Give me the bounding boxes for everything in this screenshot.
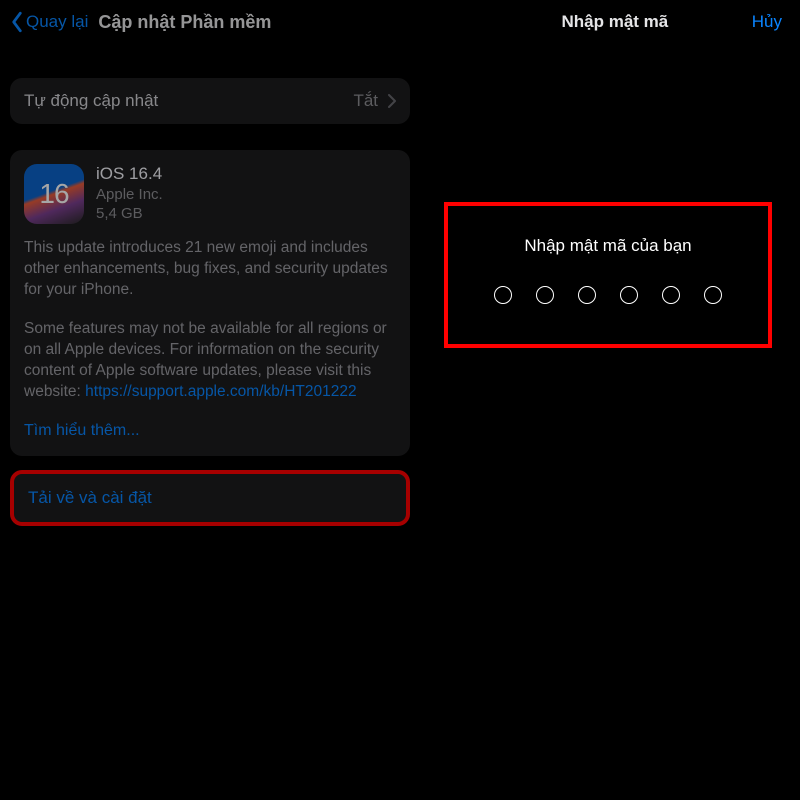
back-button[interactable]: Quay lại <box>10 11 88 33</box>
cancel-button[interactable]: Hủy <box>752 12 782 32</box>
right-nav-bar: Nhập mật mã Hủy <box>420 0 800 44</box>
update-vendor: Apple Inc. <box>96 186 163 203</box>
left-content: Tự động cập nhật Tắt 16 iOS 16.4 Apple I… <box>0 44 420 526</box>
install-label: Tải về và cài đặt <box>28 488 152 507</box>
update-para2: Some features may not be available for a… <box>24 319 396 403</box>
learn-more-link[interactable]: Tìm hiểu thêm... <box>24 420 396 442</box>
passcode-entry[interactable]: Nhập mật mã của bạn <box>444 202 772 348</box>
security-link[interactable]: https://support.apple.com/kb/HT201222 <box>85 383 356 400</box>
auto-update-value: Tắt <box>353 91 378 111</box>
update-meta: iOS 16.4 Apple Inc. 5,4 GB <box>96 164 163 224</box>
update-para1: This update introduces 21 new emoji and … <box>24 238 396 301</box>
passcode-title: Nhập mật mã <box>562 12 669 32</box>
update-header: 16 iOS 16.4 Apple Inc. 5,4 GB <box>24 164 396 224</box>
passcode-prompt: Nhập mật mã của bạn <box>464 236 752 256</box>
passcode-dot <box>704 286 722 304</box>
passcode-dot <box>662 286 680 304</box>
download-install-button[interactable]: Tải về và cài đặt <box>10 470 410 526</box>
update-name: iOS 16.4 <box>96 164 163 184</box>
back-label: Quay lại <box>26 12 88 32</box>
left-nav-bar: Quay lại Cập nhật Phần mềm <box>0 0 420 44</box>
auto-update-label: Tự động cập nhật <box>24 91 158 111</box>
ios-icon: 16 <box>24 164 84 224</box>
passcode-dots <box>464 286 752 304</box>
update-size: 5,4 GB <box>96 205 163 222</box>
software-update-pane: Quay lại Cập nhật Phần mềm Tự động cập n… <box>0 0 420 800</box>
chevron-left-icon <box>10 11 24 33</box>
passcode-pane: Nhập mật mã Hủy Nhập mật mã của bạn <box>420 0 800 800</box>
passcode-dot <box>620 286 638 304</box>
auto-update-row[interactable]: Tự động cập nhật Tắt <box>10 78 410 124</box>
update-description: This update introduces 21 new emoji and … <box>24 238 396 442</box>
passcode-dot <box>578 286 596 304</box>
passcode-dot <box>536 286 554 304</box>
page-title: Cập nhật Phần mềm <box>98 12 410 33</box>
update-card: 16 iOS 16.4 Apple Inc. 5,4 GB This updat… <box>10 150 410 456</box>
ios-icon-text: 16 <box>39 178 68 210</box>
auto-update-value-group: Tắt <box>353 91 396 111</box>
chevron-right-icon <box>388 94 396 108</box>
passcode-dot <box>494 286 512 304</box>
